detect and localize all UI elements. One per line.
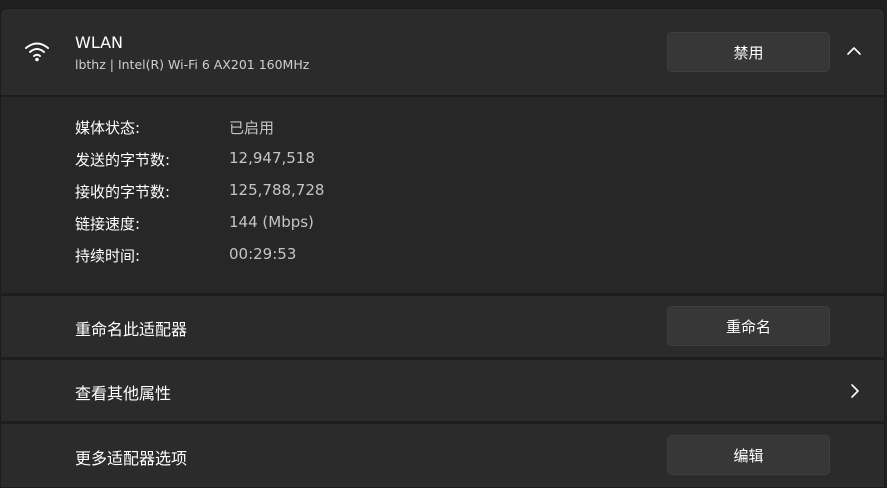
bytes-sent-value: 12,947,518 bbox=[229, 149, 315, 167]
media-status-label: 媒体状态: bbox=[75, 119, 141, 137]
bytes-sent-label: 发送的字节数: bbox=[75, 151, 171, 169]
more-adapter-options-label: 更多适配器选项 bbox=[75, 449, 188, 468]
wlan-settings-panel: WLAN lbthz | Intel(R) Wi-Fi 6 AX201 160M… bbox=[0, 0, 887, 488]
rename-button[interactable]: 重命名 bbox=[667, 306, 830, 346]
view-more-properties-label: 查看其他属性 bbox=[75, 384, 172, 403]
bytes-received-label: 接收的字节数: bbox=[75, 183, 171, 201]
chevron-right-icon bbox=[851, 384, 859, 398]
disable-button[interactable]: 禁用 bbox=[667, 32, 830, 72]
media-status-value: 已启用 bbox=[229, 119, 275, 137]
wifi-icon bbox=[25, 42, 49, 62]
duration-label: 持续时间: bbox=[75, 247, 141, 265]
rename-adapter-label: 重命名此适配器 bbox=[75, 320, 188, 339]
adapter-title: WLAN bbox=[75, 33, 124, 52]
bytes-received-value: 125,788,728 bbox=[229, 181, 325, 199]
chevron-up-icon[interactable] bbox=[845, 42, 863, 60]
edit-button[interactable]: 编辑 bbox=[667, 435, 830, 475]
link-speed-label: 链接速度: bbox=[75, 215, 141, 233]
duration-value: 00:29:53 bbox=[229, 245, 297, 263]
top-divider bbox=[0, 0, 887, 8]
link-speed-value: 144 (Mbps) bbox=[229, 213, 314, 231]
adapter-subtitle: lbthz | Intel(R) Wi-Fi 6 AX201 160MHz bbox=[75, 57, 310, 72]
